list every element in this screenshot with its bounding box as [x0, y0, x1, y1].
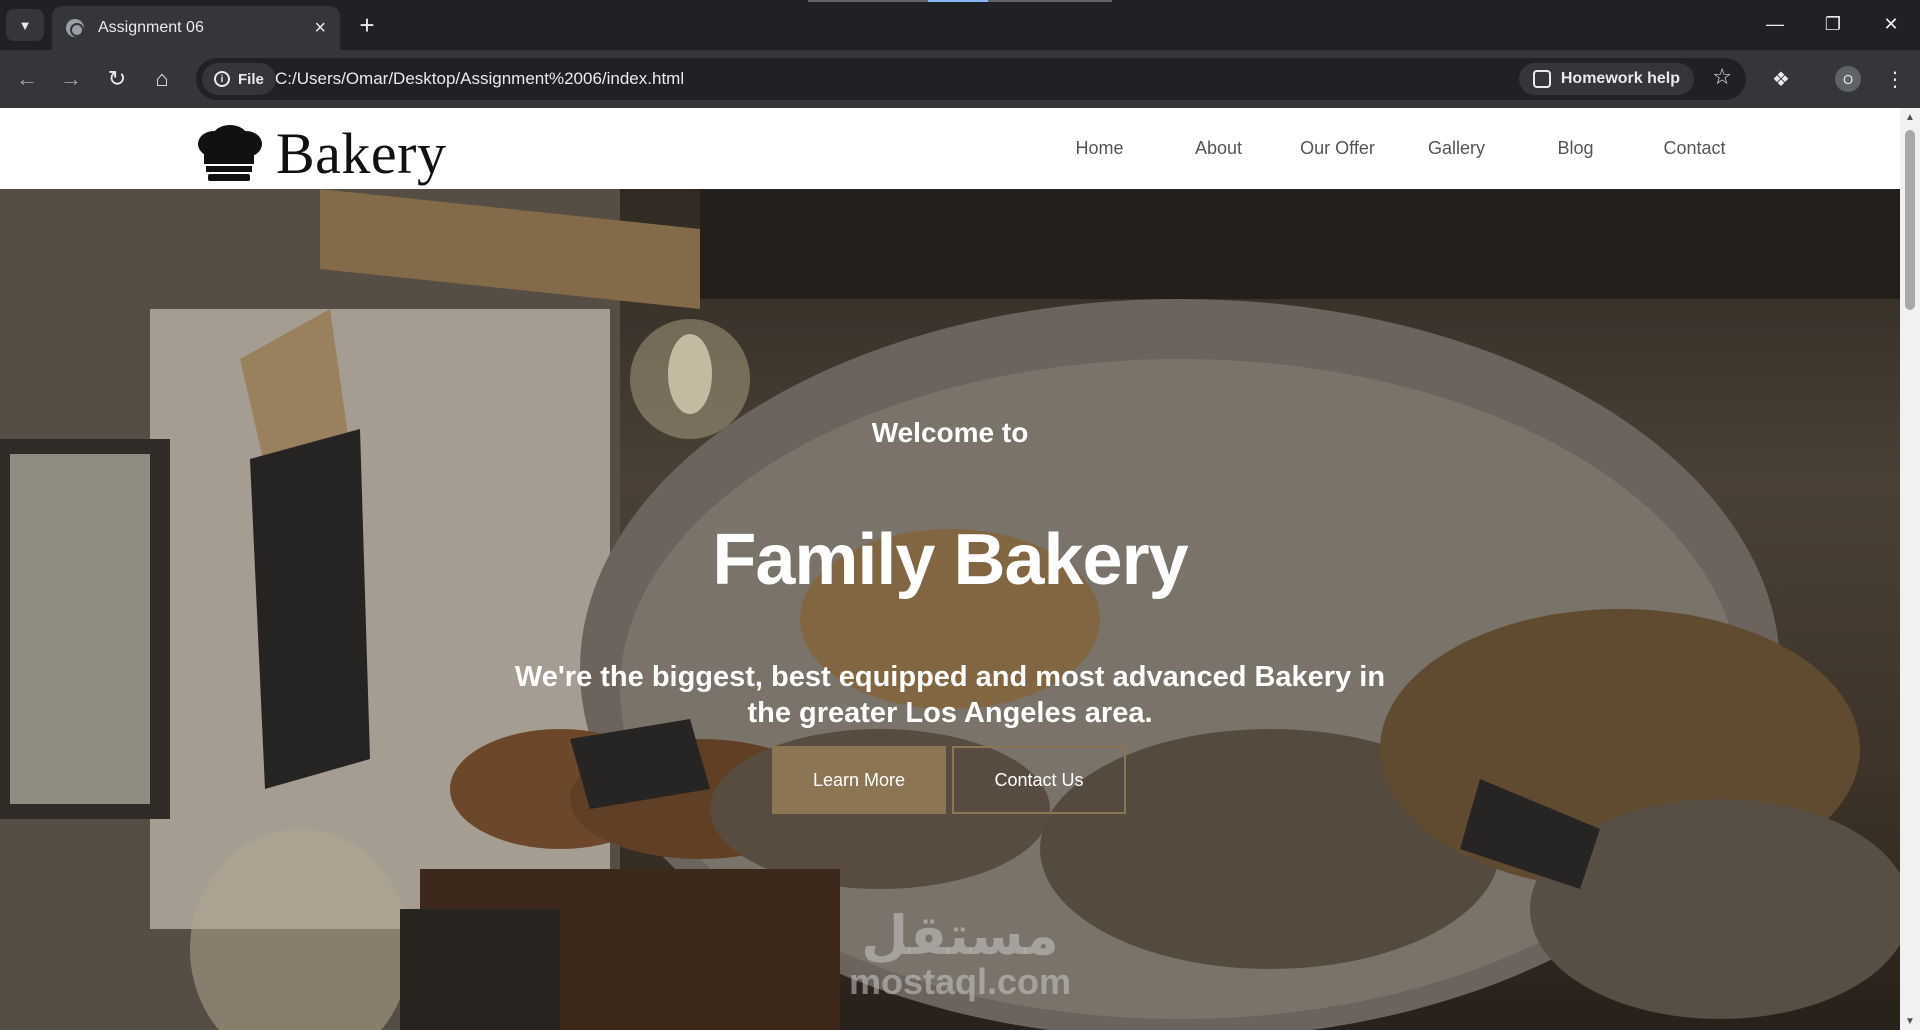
- homework-help-label: Homework help: [1560, 70, 1680, 87]
- extensions-icon[interactable]: ❖: [1764, 62, 1798, 96]
- tab-bar: ▼ Assignment 06 × + — ❐ ✕: [0, 0, 1920, 50]
- profile-avatar[interactable]: O: [1835, 66, 1861, 92]
- browser-toolbar: ← → ↻ ⌂ i File C:/Users/Omar/Desktop/Ass…: [0, 50, 1920, 108]
- tab-strip-indicator: [808, 0, 1112, 2]
- scroll-up-icon[interactable]: ▲: [1900, 108, 1920, 126]
- nav-home[interactable]: Home: [1040, 138, 1159, 159]
- learn-more-button[interactable]: Learn More: [772, 746, 946, 814]
- scroll-down-icon[interactable]: ▼: [1900, 1012, 1920, 1030]
- close-icon[interactable]: ×: [314, 18, 326, 38]
- bookmark-star-icon[interactable]: ☆: [1712, 64, 1732, 90]
- scroll-thumb[interactable]: [1905, 130, 1915, 310]
- watermark-logo: مستقل mostaql.com: [840, 909, 1080, 1001]
- chevron-down-icon: ▼: [18, 17, 32, 33]
- reload-icon[interactable]: ↻: [100, 62, 134, 96]
- new-tab-button[interactable]: +: [352, 10, 382, 40]
- logo-text: Bakery: [276, 121, 447, 186]
- site-info-chip[interactable]: i File: [202, 63, 276, 95]
- lens-icon: [1532, 70, 1551, 88]
- address-bar[interactable]: i File C:/Users/Omar/Desktop/Assignment%…: [196, 58, 1746, 100]
- hero-welcome: Welcome to: [871, 417, 1029, 448]
- site-header: Bakery Home About Our Offer Gallery Blog…: [0, 108, 1900, 189]
- page-scrollbar[interactable]: ▲ ▼: [1900, 108, 1920, 1030]
- page-viewport: Bakery Home About Our Offer Gallery Blog…: [0, 108, 1920, 1030]
- site-logo[interactable]: Bakery: [190, 120, 447, 187]
- tab-search-button[interactable]: ▼: [6, 9, 44, 41]
- hero-section: Welcome to Family Bakery We're the bigge…: [0, 189, 1900, 1030]
- close-window-icon[interactable]: ✕: [1862, 0, 1920, 48]
- window-controls: — ❐ ✕: [1746, 0, 1920, 50]
- minimize-icon[interactable]: —: [1746, 0, 1804, 48]
- home-icon[interactable]: ⌂: [145, 62, 179, 96]
- globe-icon: [66, 19, 84, 37]
- main-nav: Home About Our Offer Gallery Blog Contac…: [1040, 108, 1754, 189]
- chef-hat-icon: [198, 124, 262, 181]
- nav-about[interactable]: About: [1159, 138, 1278, 159]
- hero-title: Family Bakery: [712, 520, 1188, 600]
- forward-arrow-icon[interactable]: →: [54, 62, 88, 96]
- tab-title: Assignment 06: [98, 19, 204, 36]
- url-text[interactable]: C:/Users/Omar/Desktop/Assignment%2006/in…: [275, 69, 684, 89]
- nav-gallery[interactable]: Gallery: [1397, 138, 1516, 159]
- homework-help-button[interactable]: Homework help: [1518, 63, 1694, 95]
- active-tab[interactable]: Assignment 06 ×: [52, 6, 340, 50]
- restore-icon[interactable]: ❐: [1804, 0, 1862, 48]
- back-arrow-icon[interactable]: ←: [10, 62, 44, 96]
- nav-blog[interactable]: Blog: [1516, 138, 1635, 159]
- watermark-arabic: مستقل: [861, 904, 1059, 967]
- nav-contact[interactable]: Contact: [1635, 138, 1754, 159]
- watermark-latin: mostaql.com: [848, 961, 1072, 1002]
- more-menu-icon[interactable]: ⋮: [1878, 62, 1912, 96]
- file-chip-label: File: [238, 70, 264, 88]
- info-icon: i: [214, 71, 230, 87]
- nav-our-offer[interactable]: Our Offer: [1278, 138, 1397, 159]
- contact-us-button[interactable]: Contact Us: [952, 746, 1126, 814]
- hero-buttons: Learn More Contact Us: [772, 746, 1126, 814]
- hero-subtitle: We're the biggest, best equipped and mos…: [514, 661, 1386, 729]
